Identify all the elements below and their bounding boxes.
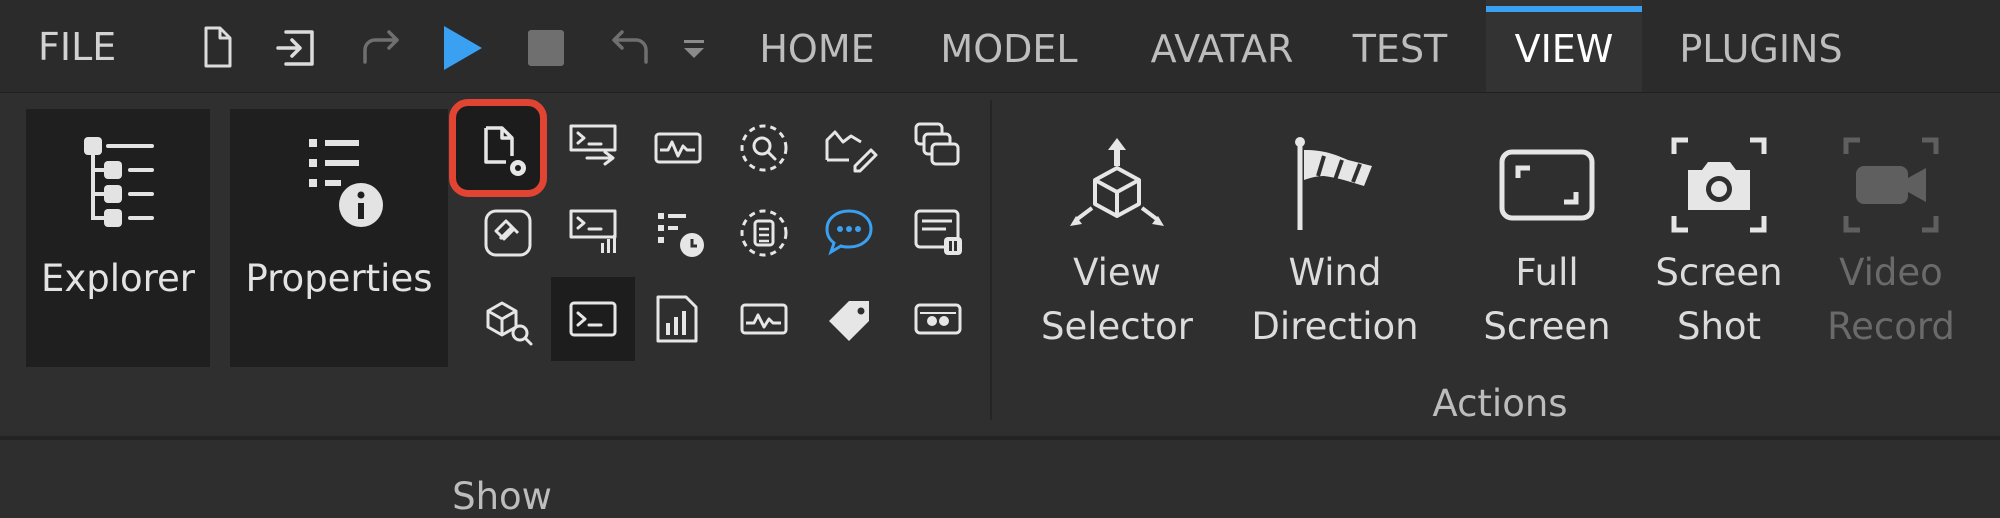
terrain-editor-icon[interactable] xyxy=(807,106,891,190)
undo-icon[interactable] xyxy=(604,22,656,74)
properties-button[interactable]: Properties xyxy=(230,109,448,367)
view-selector-icon xyxy=(1032,130,1202,240)
explorer-button[interactable]: Explorer xyxy=(26,109,210,367)
tab-plugins[interactable]: PLUGINS xyxy=(1672,0,1850,92)
screen-shot-label: Screen Shot xyxy=(1655,251,1783,348)
tab-model[interactable]: MODEL xyxy=(928,0,1090,92)
vr-view-icon[interactable] xyxy=(896,277,980,361)
tab-home[interactable]: HOME xyxy=(742,0,892,92)
tab-avatar[interactable]: AVATAR xyxy=(1134,0,1310,92)
microprofiler-icon[interactable] xyxy=(722,191,806,275)
explorer-label: Explorer xyxy=(40,257,196,300)
video-record-label: Video Record xyxy=(1827,251,1955,348)
view-selector-label: View Selector xyxy=(1041,251,1193,348)
script-performance-icon[interactable] xyxy=(636,277,720,361)
full-screen-label: Full Screen xyxy=(1483,251,1611,348)
full-screen-button[interactable]: Full Screen xyxy=(1462,130,1632,354)
tab-test[interactable]: TEST xyxy=(1340,0,1460,92)
new-file-icon[interactable] xyxy=(190,22,242,74)
publish-icon[interactable] xyxy=(270,22,322,74)
quick-access-overflow-icon[interactable] xyxy=(681,22,707,74)
command-bar-icon[interactable] xyxy=(551,277,635,361)
screen-shot-icon xyxy=(1634,130,1804,240)
tag-editor-icon[interactable] xyxy=(807,277,891,361)
full-screen-icon xyxy=(1462,130,1632,240)
render-settings-icon[interactable] xyxy=(896,191,980,275)
wind-direction-label: Wind Direction xyxy=(1251,251,1419,348)
stats-icon[interactable] xyxy=(722,277,806,361)
play-icon[interactable] xyxy=(436,22,488,74)
file-menu-button[interactable]: FILE xyxy=(38,22,138,72)
wind-direction-button[interactable]: Wind Direction xyxy=(1250,130,1420,354)
group-divider xyxy=(990,100,992,420)
actions-group-label: Actions xyxy=(1432,382,1568,425)
stop-icon[interactable] xyxy=(520,22,572,74)
asset-manager-icon[interactable] xyxy=(449,99,547,197)
team-create-icon[interactable] xyxy=(896,106,980,190)
find-object-icon[interactable] xyxy=(466,277,550,361)
video-record-button[interactable]: Video Record xyxy=(1806,130,1976,354)
output-icon[interactable] xyxy=(551,106,635,190)
redo-icon[interactable] xyxy=(355,22,407,74)
ribbon-bottom-border xyxy=(0,436,2000,440)
wind-direction-icon xyxy=(1250,130,1420,240)
screen-shot-button[interactable]: Screen Shot xyxy=(1634,130,1804,354)
performance-icon[interactable] xyxy=(636,106,720,190)
video-record-icon xyxy=(1806,130,1976,240)
chat-icon[interactable] xyxy=(807,191,891,275)
top-menu-bar: FILE HOME MODEL AVATAR TEST VIEW PLUGINS xyxy=(0,0,2000,93)
explorer-icon xyxy=(26,131,210,241)
script-analysis-icon[interactable] xyxy=(466,191,550,275)
find-all-icon[interactable] xyxy=(722,106,806,190)
command-bar-stats-icon[interactable] xyxy=(551,191,635,275)
view-selector-button[interactable]: View Selector xyxy=(1032,130,1202,354)
properties-icon xyxy=(230,131,448,241)
tab-view[interactable]: VIEW xyxy=(1486,0,1642,92)
show-group-label: Show xyxy=(452,475,552,518)
task-scheduler-icon[interactable] xyxy=(636,191,720,275)
properties-label: Properties xyxy=(245,257,433,300)
